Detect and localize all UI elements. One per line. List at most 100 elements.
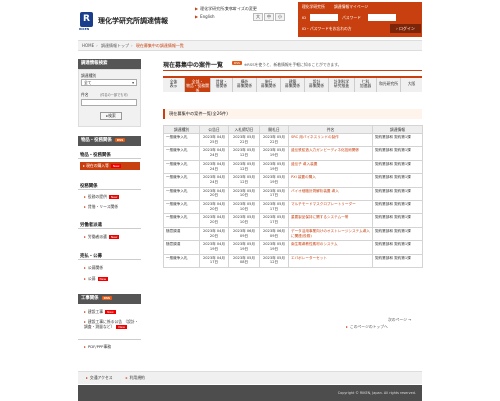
procurement-heading[interactable]: 物品・役務関係 RSS bbox=[78, 136, 141, 146]
copyright: Copyright © RIKEN, Japan. All rights res… bbox=[78, 385, 422, 401]
cell-subject-link[interactable]: 遺伝子 導入装置 bbox=[288, 159, 373, 175]
cell-type: 随意調達 bbox=[163, 240, 200, 255]
password-label: パスワード bbox=[342, 15, 361, 20]
cell-deadline: 2023年 05月22日 bbox=[228, 132, 260, 148]
filter-design[interactable]: 設計 募集関係 bbox=[305, 78, 329, 92]
sidebar-item-lease[interactable]: ▸ 賃借・リース関係 bbox=[84, 204, 118, 210]
cell-subject-link[interactable]: マルチモードマスクロプレートリーダー bbox=[288, 199, 373, 215]
cell-type: 一般競争入札 bbox=[163, 213, 200, 228]
cell-subject-link[interactable]: SRC 用バイネスリンドの製作 bbox=[288, 132, 373, 148]
riken-logo-icon[interactable]: R bbox=[80, 12, 93, 27]
login-button[interactable]: › ログイン bbox=[390, 24, 421, 33]
site-title[interactable]: 理化学研究所調達情報 bbox=[98, 16, 168, 26]
font-size-large-button[interactable]: 大 bbox=[253, 13, 263, 21]
sidebar-item-current-purchases[interactable]: ▸ 現在の購入等 New bbox=[80, 162, 140, 170]
filter-nishina[interactable]: 仁科 加速器 bbox=[355, 78, 377, 92]
rss-description: ※RSSを使うと、新着情報を手軽に知ることができます。 bbox=[244, 62, 342, 67]
filter-wako[interactable]: 和光研究所 bbox=[377, 78, 401, 92]
cell-type: 一般競争入札 bbox=[163, 186, 200, 201]
english-link[interactable]: ▶ English bbox=[195, 14, 215, 19]
breadcrumb-home[interactable]: HOME bbox=[82, 43, 94, 48]
filter-execution[interactable]: 施行 募集関係 bbox=[257, 78, 281, 92]
search-heading: 調達情報検索 bbox=[78, 59, 141, 69]
cell-subject-link[interactable]: データ活用事業向けのオストレージシステム導入に関連(役務) bbox=[288, 226, 373, 242]
separator-icon: › bbox=[96, 43, 98, 48]
category-select[interactable]: 全て ▾ bbox=[81, 79, 137, 86]
arrow-icon: ▸ bbox=[346, 324, 348, 329]
divider bbox=[78, 339, 141, 340]
cell-type: 一般競争入札 bbox=[163, 146, 200, 161]
password-input[interactable] bbox=[368, 14, 396, 21]
filter-measurement[interactable]: 計測科学 研究推進 bbox=[329, 78, 355, 92]
arrow-icon: ▸ bbox=[84, 204, 86, 209]
rss-icon[interactable]: RSS bbox=[101, 296, 113, 300]
cell-subject-link[interactable]: 重要製品保持に関するシステム一帯 bbox=[288, 213, 373, 228]
column-header-info: 調達情報 bbox=[372, 125, 423, 134]
filter-external[interactable]: 構外 募集関係 bbox=[233, 78, 257, 92]
cell-deadline: 2023年 05月19日 bbox=[228, 240, 260, 255]
arrow-icon: ▶ bbox=[195, 14, 199, 19]
cell-notice-date: 2023年 04月19日 bbox=[199, 240, 229, 255]
cell-notice-date: 2023年 04月20日 bbox=[199, 226, 229, 242]
page-top-link[interactable]: ▸ このページのトップへ bbox=[346, 324, 388, 330]
column-header-deadline: 入札締切日 bbox=[228, 125, 260, 134]
sidebar-item-offer[interactable]: ▸ 公募 New bbox=[84, 276, 109, 282]
divider bbox=[163, 70, 422, 71]
filter-goods-services[interactable]: 全部・ 物品・役務関係 bbox=[185, 78, 211, 93]
arrow-icon: ▸ bbox=[84, 234, 86, 239]
breadcrumb: HOME › 調達情報トップ › 現在募集中の調達情報一覧 bbox=[78, 40, 422, 51]
cell-opening-date: 2023年 05月19日 bbox=[259, 240, 289, 255]
sidebar-item-labor[interactable]: ▸ 労働者派遣 New bbox=[84, 234, 120, 240]
filter-lease[interactable]: 賃貸・ 借関係 bbox=[211, 78, 233, 92]
arrow-icon: ▸ bbox=[84, 309, 86, 314]
riken-link[interactable]: 理化学研究所 bbox=[302, 4, 325, 10]
sidebar-item-construction[interactable]: ▸ 建設工事 New bbox=[84, 309, 116, 315]
cell-info: 契約業部和 契約第1課 bbox=[372, 132, 423, 148]
keyword-input[interactable] bbox=[81, 99, 137, 106]
footer-access-link[interactable]: ▸ 交通アクセス bbox=[86, 375, 113, 380]
cell-type: 一般競争入札 bbox=[163, 159, 200, 175]
sidebar-item-service[interactable]: ▸ 役務の提供 New bbox=[84, 194, 120, 200]
breadcrumb-procurement-top[interactable]: 調達情報トップ bbox=[101, 43, 129, 48]
sidebar-item-construction-notice[interactable]: ▸ 建設工事に係る公告 （設計・調査・測量など） New bbox=[84, 319, 140, 329]
filter-osaka[interactable]: 大阪 bbox=[401, 78, 422, 92]
cell-subject-link[interactable]: PXI 装置の購入 bbox=[288, 173, 373, 188]
arrow-icon: ▸ bbox=[86, 375, 88, 380]
footer-links: ▸ 交通アクセス ▸ 利用規約 bbox=[78, 371, 422, 384]
cell-subject-link[interactable]: 遺伝鉄鉱造入力ガンビーディネ化技術関係 bbox=[288, 146, 373, 161]
cell-opening-date: 2023年 05月17日 bbox=[259, 186, 289, 201]
footer-terms-link[interactable]: ▸ 利用規約 bbox=[126, 375, 145, 380]
filter-building[interactable]: 建築 募集関係 bbox=[281, 78, 305, 92]
font-size-medium-button[interactable]: 中 bbox=[264, 13, 274, 21]
chevron-down-icon: ▾ bbox=[132, 80, 134, 85]
sidebar-item-public-offer[interactable]: ▸ 公募関係 bbox=[84, 265, 103, 271]
filter-all[interactable]: 全体 表示 bbox=[163, 78, 185, 92]
mypage-link[interactable]: 調達情報マイページ bbox=[334, 4, 368, 10]
next-page-link[interactable]: 次のページ → bbox=[388, 317, 411, 323]
cell-subject-link[interactable]: 南生電導教性素材のシステム bbox=[288, 240, 373, 255]
arrow-icon: ▸ bbox=[84, 344, 86, 349]
divider bbox=[78, 189, 141, 190]
cell-opening-date: 2023年 05月19日 bbox=[259, 159, 289, 175]
rss-icon[interactable]: RSS bbox=[232, 61, 242, 65]
cell-notice-date: 2023年 04月20日 bbox=[199, 186, 229, 201]
cell-subject-link[interactable]: エバポレーターセット bbox=[288, 253, 373, 268]
id-input[interactable] bbox=[310, 14, 338, 21]
logo-subtext: RIKEN bbox=[79, 27, 90, 31]
new-badge: New bbox=[97, 277, 109, 281]
font-size-small-button[interactable]: 小 bbox=[275, 13, 285, 21]
sidebar-item-pfi[interactable]: ▸ PDF/PPP事務 bbox=[84, 344, 111, 350]
cell-deadline: 2023年 06月09日 bbox=[228, 226, 260, 242]
search-button[interactable]: ▸検索 bbox=[100, 112, 122, 120]
cell-notice-date: 2023年 04月20日 bbox=[199, 199, 229, 215]
table-row: 一般競争入札 2023年 04月20日 2023年 05月10日 2023年 05月1… bbox=[163, 199, 423, 215]
table-row: 随意調達 2023年 04月19日 2023年 05月19日 2023年 05月19日… bbox=[163, 240, 423, 255]
construction-heading[interactable]: 工事関係 RSS bbox=[78, 294, 141, 304]
forgot-password-link[interactable]: ID・パスワードをお忘れの方 bbox=[302, 26, 352, 32]
arrow-icon: ▸ bbox=[84, 194, 86, 199]
rss-icon[interactable]: RSS bbox=[114, 138, 126, 142]
cell-notice-date: 2023年 04月24日 bbox=[199, 173, 229, 188]
keyword-hint: （件名の一部でも可） bbox=[98, 93, 130, 97]
divider bbox=[78, 228, 141, 229]
cell-subject-link[interactable]: バイオ細胞計測解析装置 導入 bbox=[288, 186, 373, 201]
